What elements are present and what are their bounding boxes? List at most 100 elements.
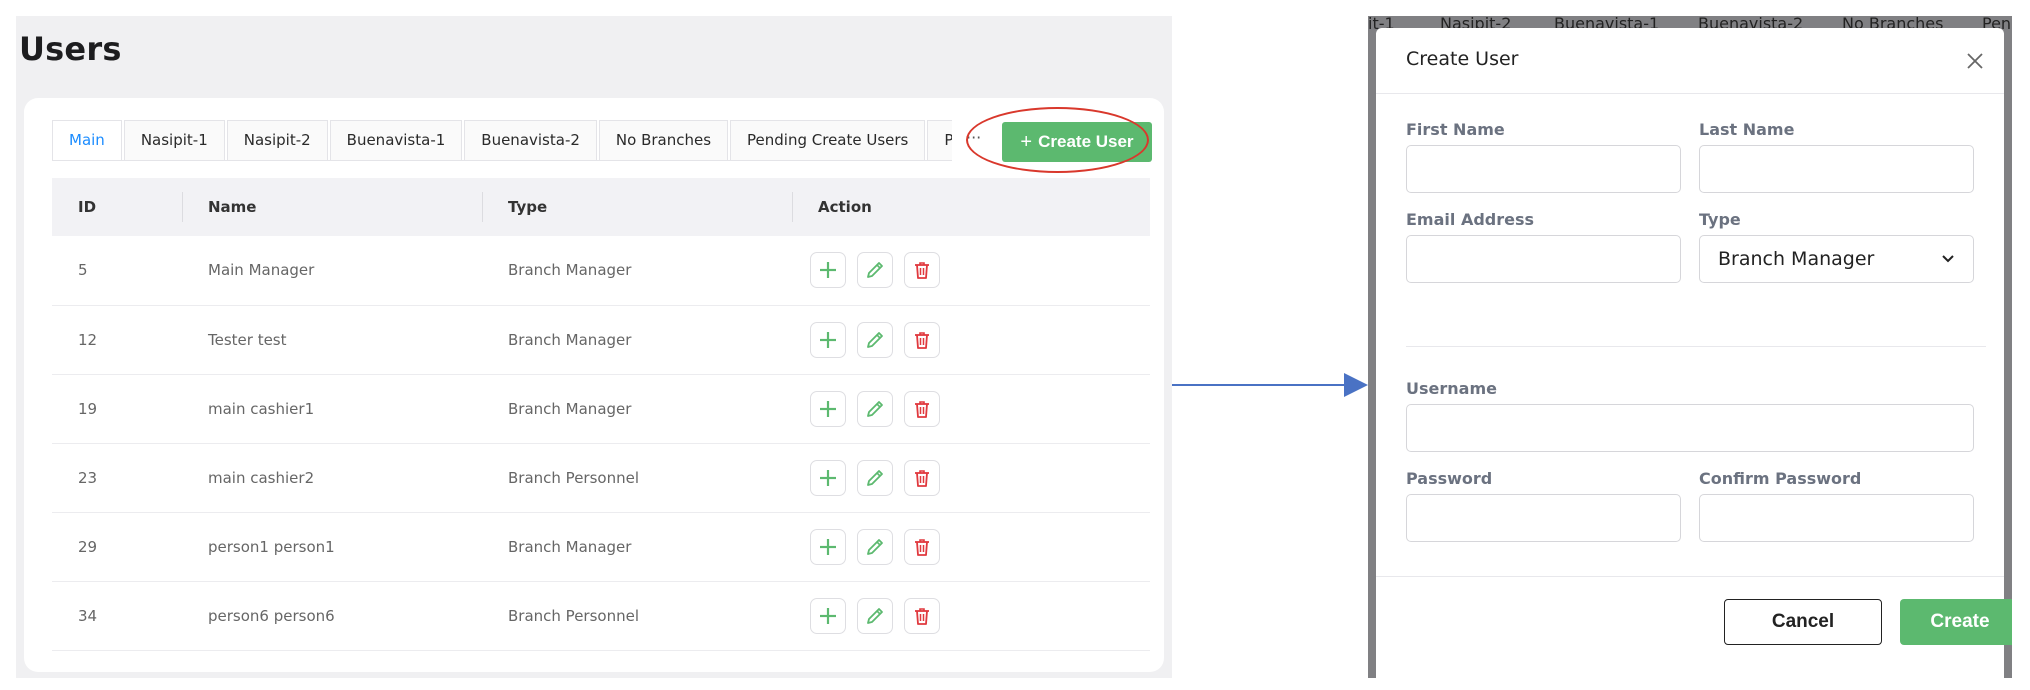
password-field[interactable] (1406, 494, 1681, 542)
type-label: Type (1699, 210, 1741, 229)
cancel-button[interactable]: Cancel (1724, 599, 1882, 645)
row-name: main cashier2 (208, 468, 315, 487)
action-buttons (810, 252, 1150, 289)
pencil-icon (864, 605, 886, 627)
table-row: 34 person6 person6 Branch Personnel (52, 581, 1150, 650)
row-name: person6 person6 (208, 606, 335, 625)
trash-icon (911, 398, 933, 420)
header-type[interactable]: Type (482, 178, 792, 236)
tab-no-branches[interactable]: No Branches (598, 120, 729, 160)
pencil-icon (864, 536, 886, 558)
header-id[interactable]: ID (52, 178, 182, 236)
edit-button[interactable] (857, 390, 893, 427)
table-header-row: ID Name Type Action (52, 178, 1150, 236)
action-buttons (810, 528, 1150, 565)
row-type: Branch Personnel (508, 606, 639, 625)
row-id: 12 (78, 330, 98, 349)
tab-nasipit-2[interactable]: Nasipit-2 (226, 120, 328, 160)
trash-icon (911, 605, 933, 627)
row-name: person1 person1 (208, 537, 335, 556)
modal-overlay: it-1 Nasipit-2 Buenavista-1 Buenavista-2… (1368, 16, 2012, 678)
table-body: 5 Main Manager Branch Manager 12 Tester test… (52, 236, 1150, 650)
tab-pending-edit[interactable]: Pending E (927, 120, 952, 160)
pencil-icon (864, 467, 886, 489)
header-name[interactable]: Name (182, 178, 482, 236)
trash-icon (911, 536, 933, 558)
edit-button[interactable] (857, 321, 893, 358)
email-field[interactable] (1406, 235, 1681, 283)
modal-title: Create User (1406, 48, 1519, 70)
header-action: Action (792, 178, 1150, 236)
trash-icon (911, 467, 933, 489)
modal-header: Create User (1376, 28, 2004, 94)
table-row: 12 Tester test Branch Manager (52, 305, 1150, 374)
users-page: Users Main Nasipit-1 Nasipit-2 Buenavist… (16, 16, 1172, 678)
row-name: Tester test (208, 330, 287, 349)
type-select[interactable]: Branch Manager (1699, 235, 1974, 283)
tab-pending-create-users[interactable]: Pending Create Users (730, 120, 926, 160)
modal-footer: Cancel Create (1376, 576, 2012, 678)
row-type: Branch Personnel (508, 468, 639, 487)
tab-buenavista-2[interactable]: Buenavista-2 (464, 120, 597, 160)
plus-icon: + (1020, 130, 1033, 153)
delete-button[interactable] (904, 252, 940, 289)
chevron-down-icon (1942, 255, 1954, 263)
row-id: 19 (78, 399, 98, 418)
create-user-button[interactable]: + Create User (1002, 122, 1152, 162)
row-type: Branch Manager (508, 261, 632, 280)
delete-button[interactable] (904, 528, 940, 565)
add-button[interactable] (810, 459, 846, 496)
create-user-modal: Create User First Name Last Name Email A… (1376, 28, 2012, 678)
edit-button[interactable] (857, 528, 893, 565)
users-card: Main Nasipit-1 Nasipit-2 Buenavista-1 Bu… (24, 98, 1164, 672)
tab-nasipit-1[interactable]: Nasipit-1 (123, 120, 225, 160)
table-row: 19 main cashier1 Branch Manager (52, 374, 1150, 443)
add-button[interactable] (810, 390, 846, 427)
add-button[interactable] (810, 252, 846, 289)
plus-icon (817, 605, 839, 627)
edit-button[interactable] (857, 597, 893, 634)
row-id: 34 (78, 606, 98, 625)
add-button[interactable] (810, 597, 846, 634)
first-name-field[interactable] (1406, 145, 1681, 193)
row-actions (792, 512, 1150, 581)
row-id: 23 (78, 468, 98, 487)
action-buttons (810, 321, 1150, 358)
pencil-icon (864, 259, 886, 281)
plus-icon (817, 536, 839, 558)
add-button[interactable] (810, 528, 846, 565)
delete-button[interactable] (904, 321, 940, 358)
pencil-icon (864, 398, 886, 420)
last-name-field[interactable] (1699, 145, 1974, 193)
tab-main[interactable]: Main (52, 120, 122, 160)
confirm-password-field[interactable] (1699, 494, 1974, 542)
create-button[interactable]: Create (1900, 599, 2012, 645)
row-actions (792, 581, 1150, 650)
row-actions (792, 374, 1150, 443)
table-row: 5 Main Manager Branch Manager (52, 236, 1150, 305)
email-label: Email Address (1406, 210, 1535, 229)
tab-buenavista-1[interactable]: Buenavista-1 (329, 120, 463, 160)
row-name: Main Manager (208, 261, 315, 280)
row-type: Branch Manager (508, 330, 632, 349)
edit-button[interactable] (857, 459, 893, 496)
add-button[interactable] (810, 321, 846, 358)
plus-icon (817, 398, 839, 420)
pencil-icon (864, 329, 886, 351)
action-buttons (810, 390, 1150, 427)
create-user-label: Create User (1038, 132, 1134, 151)
delete-button[interactable] (904, 459, 940, 496)
tabs-more-icon[interactable]: ··· (966, 128, 981, 147)
table-row: 29 person1 person1 Branch Manager (52, 512, 1150, 581)
row-actions (792, 443, 1150, 512)
username-field[interactable] (1406, 404, 1974, 452)
delete-button[interactable] (904, 597, 940, 634)
arrow-icon (1172, 373, 1368, 397)
tabs-bar: Main Nasipit-1 Nasipit-2 Buenavista-1 Bu… (52, 120, 1152, 162)
plus-icon (817, 329, 839, 351)
row-type: Branch Manager (508, 399, 632, 418)
username-label: Username (1406, 379, 1497, 398)
close-icon[interactable] (1962, 48, 1988, 74)
edit-button[interactable] (857, 252, 893, 289)
delete-button[interactable] (904, 390, 940, 427)
